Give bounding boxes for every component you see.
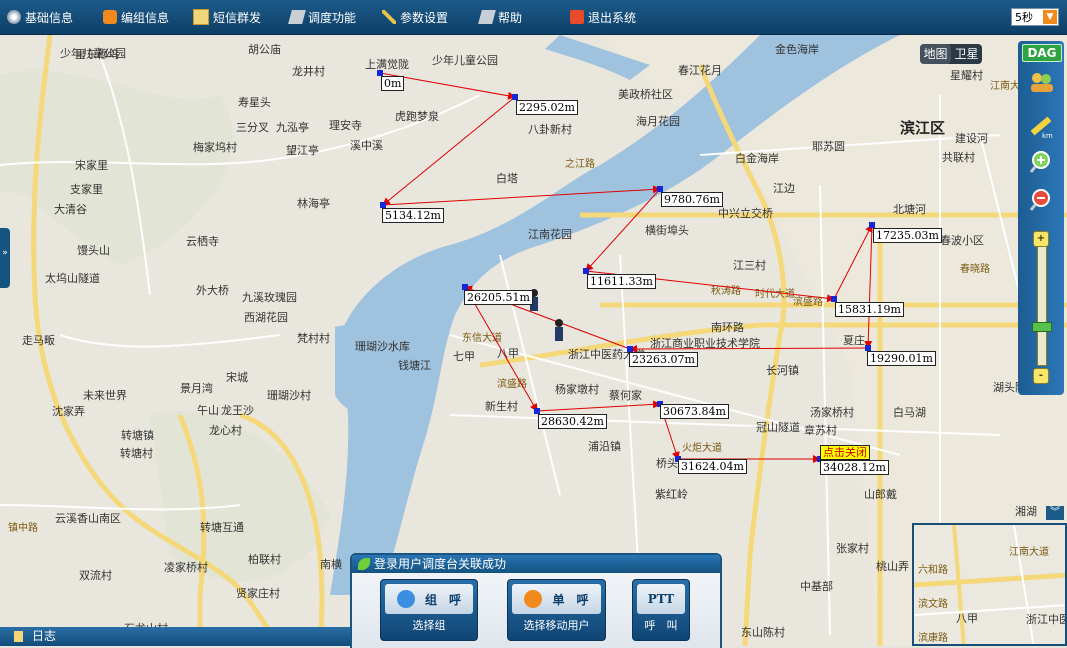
ruler-button[interactable]: km (1025, 113, 1057, 139)
dispatch-panel: 登录用户调度台关联成功 组 呼 选择组 单 呼 选择移动用户 PTT 呼 叫 (350, 553, 722, 648)
distance-label: 15831.19m (835, 302, 904, 317)
group-call-label: 组 呼 (424, 592, 461, 607)
menu-basic-info[interactable]: 基础信息 (7, 8, 73, 26)
ptt-call-button[interactable]: PTT 呼 叫 (632, 579, 690, 641)
distance-label: 23263.07m (629, 352, 698, 367)
log-icon (14, 631, 23, 642)
overview-label: 八甲 (956, 612, 978, 625)
overview-label: 滨康路 (918, 633, 948, 644)
zoom-in-tool-button[interactable] (1025, 149, 1057, 175)
overview-collapse-button[interactable]: ︾ (1046, 506, 1064, 520)
mail-icon (193, 9, 209, 25)
zoom-slider-minus-button[interactable]: - (1033, 368, 1049, 384)
group-call-button[interactable]: 组 呼 选择组 (380, 579, 478, 641)
chevron-down-icon: ︾ (1050, 507, 1060, 518)
menu-exit[interactable]: 退出系统 (570, 8, 636, 26)
log-bar[interactable]: 日志 (0, 627, 350, 646)
ptt-label: PTT (647, 592, 675, 606)
phone-icon (524, 590, 543, 608)
close-popup-button[interactable]: 点击关闭 (820, 445, 870, 460)
menu-dispatch[interactable]: 调度功能 (288, 8, 357, 26)
distance-label: 5134.12m (382, 208, 444, 223)
menu-group-info-label: 编组信息 (121, 10, 170, 25)
refresh-interval-value: 5秒 (1015, 11, 1033, 24)
menu-help-label: 帮助 (498, 10, 523, 25)
menu-sms-label: 短信群发 (213, 10, 262, 25)
zoom-slider-thumb[interactable] (1032, 322, 1052, 332)
zoom-in-icon (1029, 151, 1050, 173)
ruler-unit-label: km (1042, 132, 1053, 139)
distance-label: 19290.01m (867, 351, 936, 366)
rss-icon (103, 10, 117, 24)
menu-sms[interactable]: 短信群发 (193, 8, 261, 26)
help-icon (478, 10, 496, 24)
refresh-interval-select[interactable]: 5秒 ▼ (1011, 8, 1059, 26)
map-tools-panel: DAG km + - (1018, 41, 1064, 395)
distance-label: 34028.12m (820, 460, 889, 475)
exit-icon (570, 10, 584, 24)
overview-label: 滨文路 (918, 599, 948, 610)
left-panel-toggle[interactable]: » (0, 228, 10, 288)
distance-label: 30673.84m (660, 404, 729, 419)
menu-basic-info-label: 基础信息 (25, 10, 74, 25)
menu-settings-label: 参数设置 (400, 10, 449, 25)
overview-label: 六和路 (918, 565, 948, 576)
ptt-sub: 呼 叫 (644, 619, 678, 632)
top-menu-bar: 基础信息 编组信息 短信群发 调度功能 参数设置 帮助 退出系统 5秒 ▼ (0, 0, 1067, 35)
dag-button[interactable]: DAG (1022, 44, 1062, 62)
distance-label: 11611.33m (587, 274, 656, 289)
wrench-icon (382, 10, 396, 24)
dispatch-status-bar: 登录用户调度台关联成功 (352, 555, 720, 573)
expand-icon: » (2, 248, 8, 258)
police-officer-icon (530, 289, 563, 341)
zoom-slider-track[interactable] (1037, 246, 1047, 366)
users-button[interactable] (1025, 69, 1057, 95)
menu-help[interactable]: 帮助 (478, 8, 523, 26)
zoom-out-tool-button[interactable] (1025, 187, 1057, 213)
satellite-view-button[interactable]: 卫星 (951, 44, 982, 64)
user-icon (396, 590, 415, 608)
ruler-icon: km (1030, 116, 1053, 139)
menu-exit-label: 退出系统 (588, 10, 637, 25)
chevron-down-icon[interactable]: ▼ (1043, 10, 1057, 24)
globe-icon (7, 10, 21, 24)
single-call-sub: 选择移动用户 (523, 619, 590, 632)
single-call-label: 单 呼 (552, 592, 589, 607)
map-type-toggle: 地图 卫星 (920, 44, 982, 64)
dispatch-icon (288, 10, 306, 24)
group-call-sub: 选择组 (412, 619, 446, 632)
menu-group-info[interactable]: 编组信息 (103, 8, 169, 26)
distance-label: 9780.76m (661, 192, 723, 207)
map-view-button[interactable]: 地图 (920, 44, 951, 64)
overview-map[interactable]: 江南大道 滨文路 八甲 浙江中医药大学 六和路 滨康路 (912, 523, 1067, 646)
log-label: 日志 (32, 629, 57, 643)
distance-label: 0m (381, 76, 405, 91)
users-icon (1031, 73, 1053, 92)
overview-label: 浙江中医药大学 (1026, 613, 1065, 626)
menu-settings[interactable]: 参数设置 (382, 8, 448, 26)
overview-label: 江南大道 (1009, 547, 1049, 558)
distance-label: 28630.42m (538, 414, 607, 429)
distance-label: 26205.51m (464, 290, 533, 305)
distance-label: 2295.02m (516, 100, 578, 115)
single-call-button[interactable]: 单 呼 选择移动用户 (507, 579, 606, 641)
zoom-out-icon (1029, 189, 1050, 211)
dispatch-status-text: 登录用户调度台关联成功 (374, 557, 507, 571)
distance-label: 17235.03m (873, 228, 942, 243)
distance-label: 31624.04m (678, 459, 747, 474)
zoom-slider-plus-button[interactable]: + (1033, 231, 1049, 247)
leaf-icon (358, 558, 370, 570)
menu-dispatch-label: 调度功能 (308, 10, 357, 25)
